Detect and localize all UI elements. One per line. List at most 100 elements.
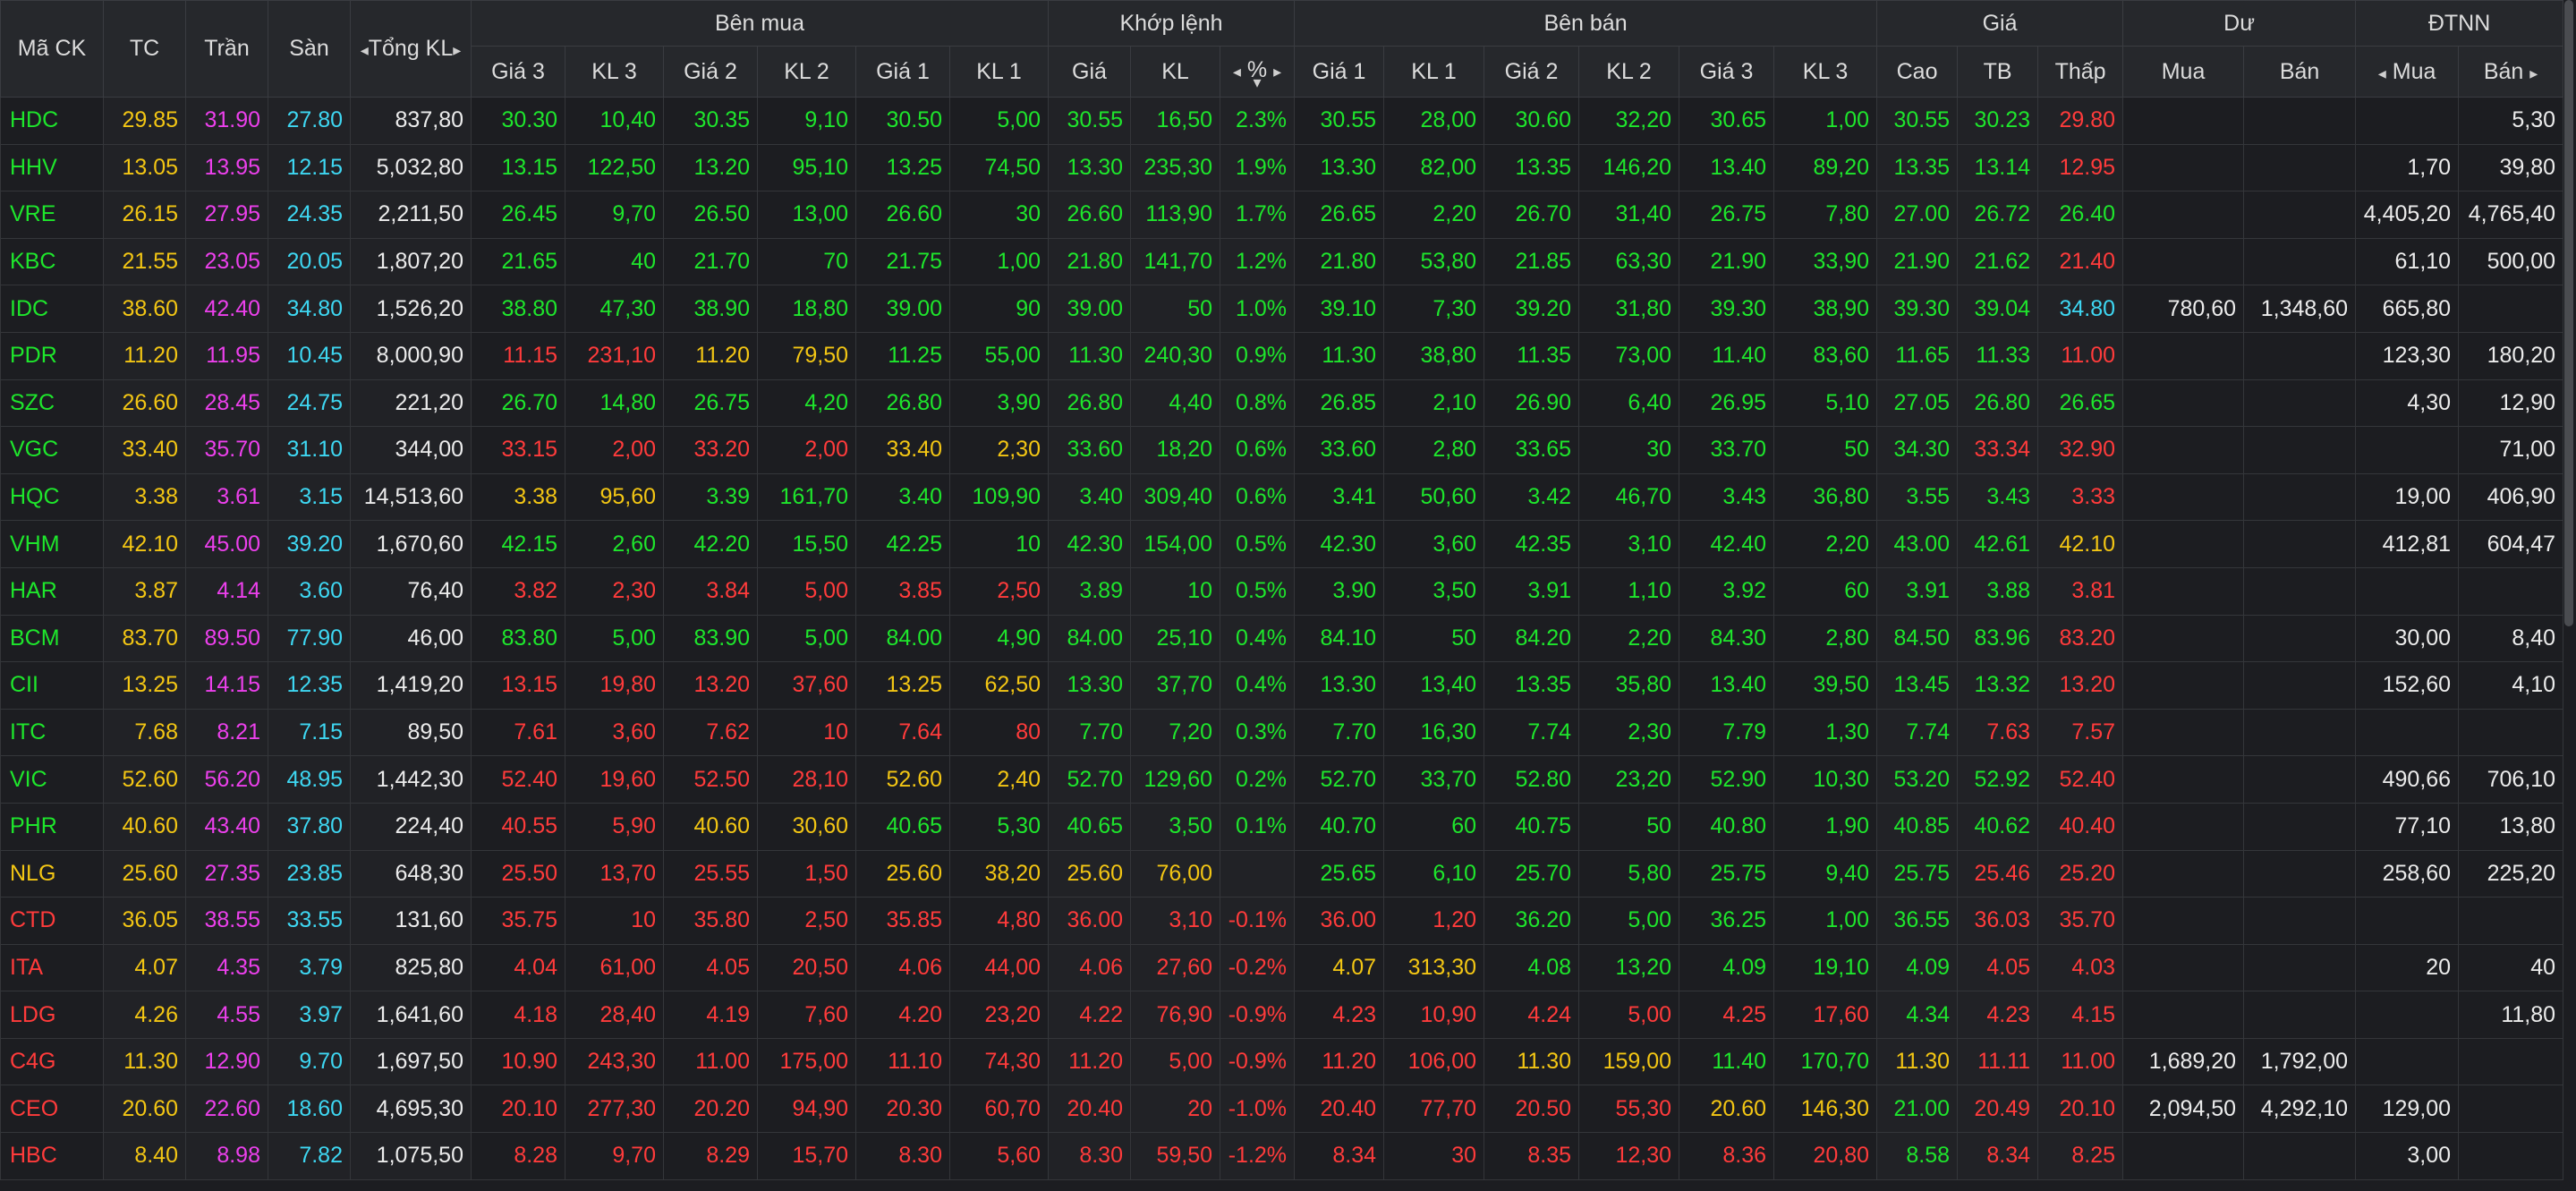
average-price-cell: 39.04 xyxy=(1957,285,2039,333)
col-ask-price-2[interactable]: Giá 2 xyxy=(1484,46,1580,98)
match-price-cell: 3.40 xyxy=(1048,472,1131,522)
col-ask-price-1[interactable]: Giá 1 xyxy=(1294,46,1385,98)
residual-sell-cell xyxy=(2243,143,2357,192)
col-ask-price-3[interactable]: Giá 3 xyxy=(1679,46,1775,98)
table-row[interactable]: CII 13.25 14.15 12.35 1,419,20 13.15 19,80 13.2… xyxy=(0,661,2564,710)
symbol-cell[interactable]: HBC xyxy=(0,1132,104,1180)
table-row[interactable]: VGC 33.40 35.70 31.10 344,00 33.15 2,00 33.20 2,… xyxy=(0,426,2564,474)
bid-price-1-cell: 3.85 xyxy=(855,566,950,616)
table-row[interactable]: SZC 26.60 28.45 24.75 221,20 26.70 14,80 26.75 4… xyxy=(0,379,2564,428)
table-row[interactable]: CTD 36.05 38.55 33.55 131,60 35.75 10 35.80 2,50… xyxy=(0,897,2564,945)
table-row[interactable]: BCM 83.70 89.50 77.90 46,00 83.80 5,00 83.90 5,0… xyxy=(0,614,2564,663)
symbol-cell[interactable]: ITC xyxy=(0,708,104,757)
col-total-volume-header[interactable]: ◂Tổng KL▸ xyxy=(350,0,472,98)
symbol-cell[interactable]: VGC xyxy=(0,426,104,474)
symbol-cell[interactable]: SZC xyxy=(0,379,104,428)
table-row[interactable]: VRE 26.15 27.95 24.35 2,211,50 26.45 9,70 26.50… xyxy=(0,191,2564,239)
col-symbol-header[interactable]: Mã CK xyxy=(0,0,104,98)
table-row[interactable]: ITC 7.68 8.21 7.15 89,50 7.61 3,60 7.62 10 7.64 80… xyxy=(0,708,2564,757)
col-low[interactable]: Thấp xyxy=(2037,46,2124,98)
symbol-cell[interactable]: VHM xyxy=(0,520,104,568)
sort-desc-icon[interactable]: ▾ xyxy=(1221,74,1294,90)
table-row[interactable]: PDR 11.20 11.95 10.45 8,000,90 11.15 231,10 11.… xyxy=(0,331,2564,380)
table-row[interactable]: NLG 25.60 27.35 23.85 648,30 25.50 13,70 25.55 1… xyxy=(0,849,2564,898)
col-foreign-sell-label: Bán xyxy=(2483,58,2524,84)
bid-vol-3-cell: 122,50 xyxy=(565,143,664,192)
col-bid-vol-2[interactable]: KL 2 xyxy=(757,46,856,98)
col-residual-sell[interactable]: Bán xyxy=(2243,46,2357,98)
col-match-price[interactable]: Giá xyxy=(1048,46,1131,98)
ceiling-price-cell: 4.35 xyxy=(185,943,268,992)
average-price-cell: 40.62 xyxy=(1957,802,2039,851)
bid-vol-2-cell: 94,90 xyxy=(757,1085,856,1134)
col-ask-vol-2[interactable]: KL 2 xyxy=(1578,46,1680,98)
symbol-cell[interactable]: HDC xyxy=(0,97,104,145)
col-average[interactable]: TB xyxy=(1957,46,2039,98)
col-ask-vol-1[interactable]: KL 1 xyxy=(1383,46,1485,98)
table-row[interactable]: HDC 29.85 31.90 27.80 837,80 30.30 10,40 30.35 9… xyxy=(0,97,2564,145)
arrow-left-icon[interactable]: ◂ xyxy=(2378,64,2386,82)
col-foreign-sell[interactable]: Bán ▸ xyxy=(2458,46,2564,98)
table-row[interactable]: C4G 11.30 12.90 9.70 1,697,50 10.90 243,30 11.0… xyxy=(0,1037,2564,1086)
low-price-cell: 83.20 xyxy=(2037,614,2124,663)
table-row[interactable]: VIC 52.60 56.20 48.95 1,442,30 52.40 19,60 52.5… xyxy=(0,755,2564,804)
table-row[interactable]: HHV 13.05 13.95 12.15 5,032,80 13.15 122,50 13.… xyxy=(0,143,2564,192)
symbol-cell[interactable]: LDG xyxy=(0,991,104,1039)
table-row[interactable]: HAR 3.87 4.14 3.60 76,40 3.82 2,30 3.84 5,00 3.85… xyxy=(0,566,2564,616)
table-row[interactable]: PHR 40.60 43.40 37.80 224,40 40.55 5,90 40.60 30… xyxy=(0,802,2564,851)
symbol-cell[interactable]: PHR xyxy=(0,802,104,851)
table-row[interactable]: ITA 4.07 4.35 3.79 825,80 4.04 61,00 4.05 20,50 4… xyxy=(0,943,2564,992)
ask-vol-3-cell: 5,10 xyxy=(1773,379,1878,428)
arrow-left-icon[interactable]: ◂ xyxy=(1233,63,1241,81)
table-row[interactable]: VHM 42.10 45.00 39.20 1,670,60 42.15 2,60 42.20… xyxy=(0,520,2564,568)
arrow-right-icon[interactable]: ▸ xyxy=(1273,63,1281,81)
bid-vol-3-cell: 61,00 xyxy=(565,943,664,992)
symbol-cell[interactable]: KBC xyxy=(0,237,104,286)
table-row[interactable]: HQC 3.38 3.61 3.15 14,513,60 3.38 95,60 3.39 161… xyxy=(0,472,2564,522)
match-volume-cell: 4,40 xyxy=(1130,379,1220,428)
floor-price-cell: 3.97 xyxy=(268,991,351,1039)
symbol-cell[interactable]: VRE xyxy=(0,191,104,239)
col-bid-price-1[interactable]: Giá 1 xyxy=(855,46,950,98)
col-match-volume[interactable]: KL xyxy=(1130,46,1220,98)
col-high[interactable]: Cao xyxy=(1876,46,1959,98)
symbol-cell[interactable]: C4G xyxy=(0,1037,104,1086)
symbol-cell[interactable]: ITA xyxy=(0,943,104,992)
arrow-left-icon[interactable]: ◂ xyxy=(361,41,369,59)
col-percent-change[interactable]: ◂ % ▸ ▾ xyxy=(1219,46,1296,98)
symbol-cell[interactable]: PDR xyxy=(0,331,104,380)
symbol-cell[interactable]: HQC xyxy=(0,472,104,522)
col-tc-header[interactable]: TC xyxy=(103,0,186,98)
table-row[interactable]: CEO 20.60 22.60 18.60 4,695,30 20.10 277,30 20.… xyxy=(0,1085,2564,1134)
symbol-cell[interactable]: IDC xyxy=(0,285,104,333)
table-row[interactable]: IDC 38.60 42.40 34.80 1,526,20 38.80 47,30 38.9… xyxy=(0,285,2564,333)
percent-change-cell: 0.2% xyxy=(1219,755,1296,804)
symbol-cell[interactable]: VIC xyxy=(0,755,104,804)
col-bid-price-2[interactable]: Giá 2 xyxy=(663,46,758,98)
col-bid-vol-3[interactable]: KL 3 xyxy=(565,46,664,98)
ref-price-cell: 4.07 xyxy=(103,943,186,992)
col-residual-buy[interactable]: Mua xyxy=(2122,46,2245,98)
arrow-right-icon[interactable]: ▸ xyxy=(453,41,461,59)
symbol-cell[interactable]: CEO xyxy=(0,1085,104,1134)
table-row[interactable]: KBC 21.55 23.05 20.05 1,807,20 21.65 40 21.70 70… xyxy=(0,237,2564,286)
symbol-cell[interactable]: HHV xyxy=(0,143,104,192)
symbol-cell[interactable]: CTD xyxy=(0,897,104,945)
col-bid-price-3[interactable]: Giá 3 xyxy=(471,46,565,98)
symbol-cell[interactable]: CII xyxy=(0,661,104,710)
arrow-right-icon[interactable]: ▸ xyxy=(2529,64,2538,82)
symbol-cell[interactable]: NLG xyxy=(0,849,104,898)
col-foreign-buy[interactable]: ◂ Mua xyxy=(2355,46,2460,98)
col-san-header[interactable]: Sàn xyxy=(268,0,351,98)
col-ask-vol-3[interactable]: KL 3 xyxy=(1773,46,1878,98)
table-row[interactable]: LDG 4.26 4.55 3.97 1,641,60 4.18 28,40 4.19 7,60… xyxy=(0,991,2564,1039)
ask-vol-1-cell: 106,00 xyxy=(1383,1037,1485,1086)
col-tran-header[interactable]: Trần xyxy=(185,0,268,98)
foreign-sell-cell: 706,10 xyxy=(2458,755,2564,804)
foreign-sell-cell: 13,80 xyxy=(2458,802,2564,851)
col-bid-vol-1[interactable]: KL 1 xyxy=(949,46,1049,98)
table-row[interactable]: HBC 8.40 8.98 7.82 1,075,50 8.28 9,70 8.29 15,70… xyxy=(0,1132,2564,1180)
symbol-cell[interactable]: BCM xyxy=(0,614,104,663)
vertical-scrollbar[interactable] xyxy=(2564,0,2573,626)
symbol-cell[interactable]: HAR xyxy=(0,566,104,616)
